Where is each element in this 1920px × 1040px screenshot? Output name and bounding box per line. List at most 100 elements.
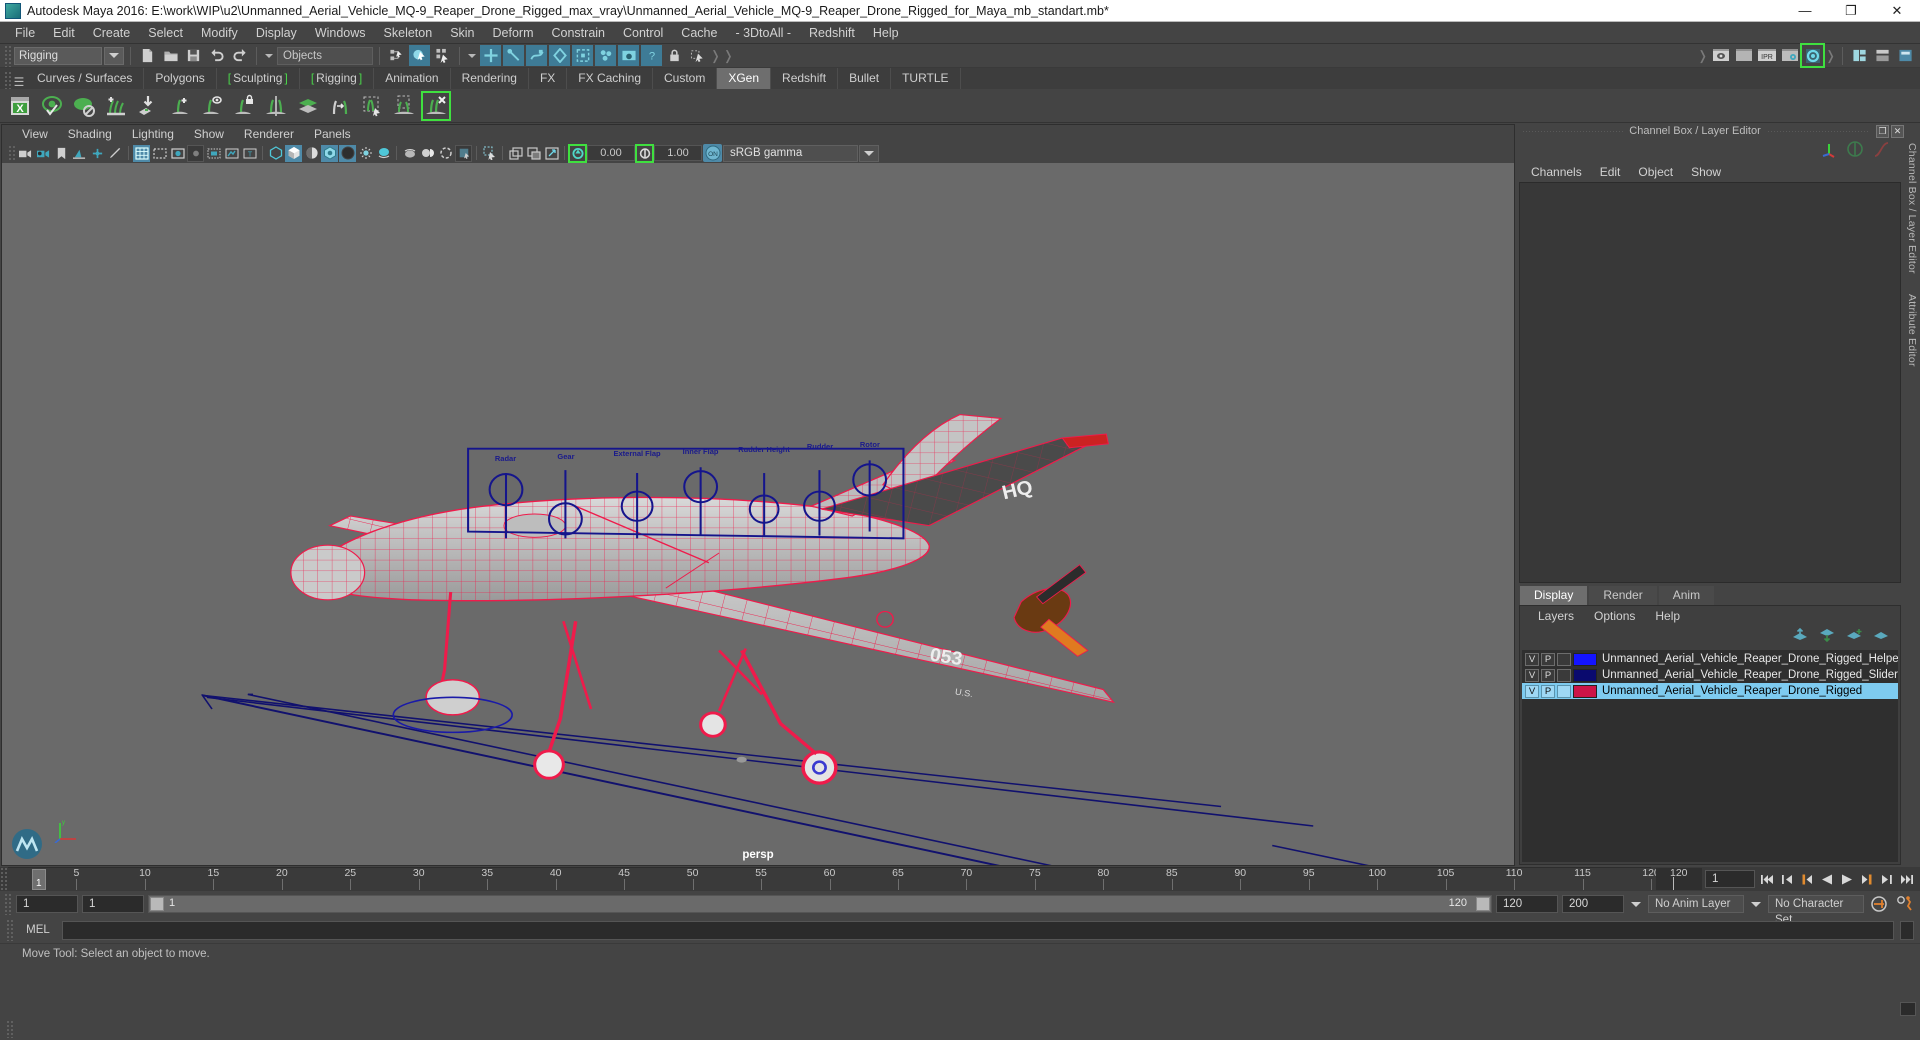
menu-windows[interactable]: Windows — [306, 22, 375, 44]
perspective-viewport[interactable]: HQ 053 U.S. Radar Gear External Flap Inn… — [2, 163, 1514, 865]
color-profile-dropdown[interactable] — [859, 144, 879, 162]
new-layer-from-selected-icon[interactable] — [1873, 628, 1890, 645]
motion-blur-icon[interactable] — [401, 145, 418, 162]
shelf-tab-polygons[interactable]: Polygons — [144, 68, 217, 89]
snap-dropdown[interactable] — [466, 47, 478, 65]
snap-grid-icon[interactable] — [480, 45, 501, 66]
menu-display[interactable]: Display — [247, 22, 306, 44]
viewport-menu-panels[interactable]: Panels — [304, 127, 361, 141]
menu-control[interactable]: Control — [614, 22, 672, 44]
layer-color-swatch[interactable] — [1573, 652, 1597, 666]
layer-menu-options[interactable]: Options — [1584, 609, 1645, 623]
layer-shading-toggle[interactable] — [1557, 684, 1571, 698]
film-origin-icon[interactable] — [205, 145, 222, 162]
minimize-button[interactable]: — — [1782, 0, 1828, 21]
shadows-icon[interactable] — [357, 145, 374, 162]
channel-box-menu-channels[interactable]: Channels — [1522, 165, 1591, 179]
snap-point-icon[interactable] — [526, 45, 547, 66]
channel-box-menu-edit[interactable]: Edit — [1591, 165, 1630, 179]
layer-color-swatch[interactable] — [1573, 684, 1597, 698]
animation-end-time-field[interactable]: 200 — [1562, 895, 1624, 913]
exposure-icon[interactable] — [568, 143, 587, 163]
xgen-guide-display-icon[interactable] — [198, 92, 226, 120]
xgen-delete-guide-icon[interactable] — [421, 90, 451, 121]
make-live-icon[interactable] — [595, 45, 616, 66]
render-settings-gear-icon[interactable] — [1779, 45, 1800, 66]
menu-modify[interactable]: Modify — [192, 22, 247, 44]
snapshot-icon[interactable] — [543, 145, 560, 162]
close-button[interactable]: ✕ — [1874, 0, 1920, 21]
render-view-icon[interactable] — [618, 45, 639, 66]
shelf-tab-custom[interactable]: Custom — [653, 68, 718, 89]
layer-playback-toggle[interactable]: P — [1541, 684, 1555, 698]
layer-row[interactable]: V P Unmanned_Aerial_Vehicle_Reaper_Drone_R… — [1522, 683, 1898, 699]
layer-row[interactable]: V P Unmanned_Aerial_Vehicle_Reaper_Drone_R… — [1522, 667, 1898, 683]
workspace-icon-1[interactable] — [1849, 45, 1870, 66]
xgen-add-guide-icon[interactable] — [166, 92, 194, 120]
layer-visibility-toggle[interactable]: V — [1525, 668, 1539, 682]
marquee-select-icon[interactable] — [481, 145, 498, 162]
shelf-tab-xgen[interactable]: XGen — [717, 68, 772, 89]
new-scene-icon[interactable] — [137, 45, 158, 66]
command-language-label[interactable]: MEL — [20, 924, 56, 936]
smooth-shade-icon[interactable] — [285, 144, 302, 162]
play-backwards-icon[interactable] — [1818, 870, 1835, 888]
menu-help[interactable]: Help — [864, 22, 908, 44]
layer-color-swatch[interactable] — [1573, 668, 1597, 682]
current-frame-field[interactable]: 1 — [1705, 870, 1755, 888]
resolution-gate-icon[interactable] — [169, 145, 186, 162]
ipr-render-icon[interactable]: IPR — [1756, 45, 1777, 66]
viewport-menu-shading[interactable]: Shading — [58, 127, 122, 141]
hardware-texturing-icon[interactable] — [321, 144, 338, 162]
shelf-grip[interactable] — [4, 71, 12, 89]
snap-projected-center-icon[interactable] — [572, 45, 593, 66]
shelf-tab-rendering[interactable]: Rendering — [450, 68, 529, 89]
help-icon[interactable]: ? — [641, 45, 662, 66]
manipulator-axis-icon[interactable] — [1820, 140, 1838, 161]
step-back-keyframe-icon[interactable] — [1778, 870, 1795, 888]
viewport-toolbar-grip[interactable] — [8, 145, 16, 161]
menu-cache[interactable]: Cache — [672, 22, 726, 44]
hypershade-icon[interactable] — [1800, 43, 1826, 68]
toolbar-collapse-flag-3[interactable]: ❭ — [1697, 48, 1708, 64]
range-slider-left-handle[interactable] — [150, 897, 164, 911]
menu-constrain[interactable]: Constrain — [543, 22, 615, 44]
grease-pencil-icon[interactable] — [89, 145, 106, 162]
layer-shading-toggle[interactable] — [1557, 652, 1571, 666]
menu-3dtoall[interactable]: - 3DtoAll - — [726, 22, 800, 44]
go-to-end-icon[interactable] — [1898, 870, 1915, 888]
command-line-grip[interactable] — [6, 919, 14, 941]
camera-attributes-icon[interactable] — [35, 145, 52, 162]
menu-edit[interactable]: Edit — [44, 22, 84, 44]
curve-editor-icon[interactable] — [1872, 140, 1890, 161]
save-scene-icon[interactable] — [183, 45, 204, 66]
anim-layer-dropdown[interactable] — [1628, 901, 1644, 907]
channel-box-menu-show[interactable]: Show — [1682, 165, 1730, 179]
select-camera-icon[interactable] — [17, 145, 34, 162]
viewport-menu-lighting[interactable]: Lighting — [122, 127, 184, 141]
go-to-start-icon[interactable] — [1758, 870, 1775, 888]
layer-tab-render[interactable]: Render — [1589, 586, 1657, 605]
menu-deform[interactable]: Deform — [484, 22, 543, 44]
wireframe-icon[interactable] — [267, 145, 284, 162]
open-scene-icon[interactable] — [160, 45, 181, 66]
anim-layer-field[interactable]: No Anim Layer — [1648, 895, 1744, 913]
help-line-grip[interactable] — [6, 1020, 14, 1038]
channel-slider-icon[interactable] — [1846, 140, 1864, 161]
layer-tab-anim[interactable]: Anim — [1658, 586, 1715, 605]
channel-box-menu-object[interactable]: Object — [1629, 165, 1682, 179]
redo-icon[interactable] — [229, 45, 250, 66]
layer-tab-display[interactable]: Display — [1520, 586, 1588, 605]
xray-joints-icon[interactable] — [455, 144, 472, 162]
view-transform-toggle[interactable]: ON — [703, 144, 722, 162]
multisample-icon[interactable] — [419, 145, 436, 162]
undock-panel-button[interactable]: ❐ — [1876, 124, 1889, 138]
script-editor-icon[interactable] — [1900, 1002, 1916, 1016]
panel-copy-icon[interactable] — [525, 145, 542, 162]
shelf-tab-curves-surfaces[interactable]: Curves / Surfaces — [26, 68, 145, 89]
xgen-add-description-icon[interactable] — [102, 92, 130, 120]
shelf-tab-sculpting[interactable]: Sculpting — [216, 68, 300, 89]
side-tab-attribute-editor[interactable]: Attribute Editor — [1906, 294, 1918, 367]
snap-curve-icon[interactable] — [503, 45, 524, 66]
range-slider[interactable]: 1 120 — [148, 895, 1492, 913]
